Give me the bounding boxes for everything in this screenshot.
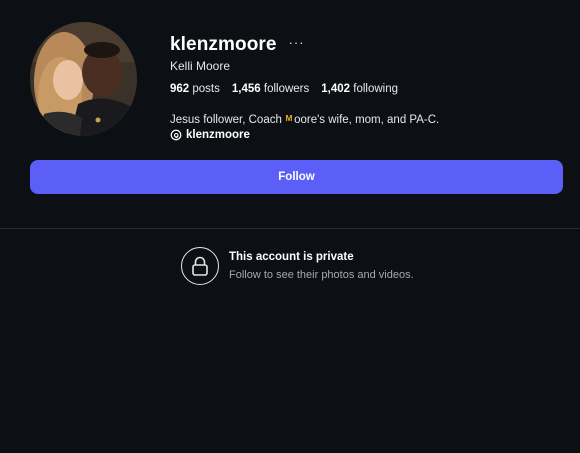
private-text: This account is private Follow to see th… bbox=[229, 251, 414, 281]
private-title: This account is private bbox=[229, 251, 354, 263]
followers-label: followers bbox=[263, 83, 310, 95]
following-label: following bbox=[353, 83, 398, 95]
divider bbox=[0, 228, 580, 229]
bio-text-start: Jesus follower, Coach bbox=[170, 114, 282, 126]
private-account-notice: This account is private Follow to see th… bbox=[181, 247, 414, 285]
m-emoji-icon: ᴹ bbox=[285, 113, 293, 127]
threads-handle: klenzmoore bbox=[186, 129, 250, 141]
following-stat[interactable]: 1,402 following bbox=[321, 83, 398, 95]
private-subtitle: Follow to see their photos and videos. bbox=[229, 269, 414, 281]
bio-text-end: oore's wife, mom, and PA-C. bbox=[294, 114, 440, 126]
posts-stat: 962 posts bbox=[170, 83, 220, 95]
avatar-photo bbox=[30, 22, 137, 136]
followers-stat[interactable]: 1,456 followers bbox=[232, 83, 309, 95]
threads-link[interactable]: klenzmoore bbox=[170, 129, 250, 141]
bio: Jesus follower, Coach ᴹ oore's wife, mom… bbox=[170, 113, 439, 127]
posts-label: posts bbox=[192, 83, 220, 95]
full-name: Kelli Moore bbox=[170, 59, 231, 73]
lock-icon-circle bbox=[181, 247, 219, 285]
avatar[interactable] bbox=[30, 22, 137, 136]
lock-icon bbox=[192, 256, 208, 276]
threads-icon bbox=[170, 129, 182, 141]
profile-stats: 962 posts 1,456 followers 1,402 followin… bbox=[170, 83, 398, 95]
profile-page: klenzmoore ··· Kelli Moore 962 posts 1,4… bbox=[0, 0, 580, 453]
followers-count: 1,456 bbox=[231, 83, 261, 95]
following-count: 1,402 bbox=[321, 83, 351, 95]
more-options-icon[interactable]: ··· bbox=[289, 36, 305, 49]
username-row: klenzmoore ··· bbox=[170, 34, 305, 56]
posts-count: 962 bbox=[170, 83, 190, 95]
username: klenzmoore bbox=[170, 34, 277, 55]
follow-button[interactable]: Follow bbox=[30, 160, 563, 194]
